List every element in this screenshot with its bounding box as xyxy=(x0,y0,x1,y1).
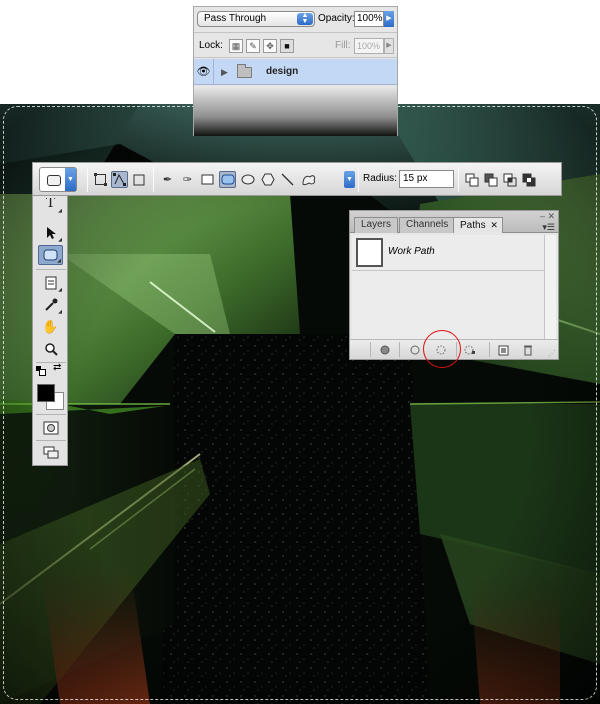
zoom-icon[interactable] xyxy=(38,339,63,359)
path-row-work-path[interactable]: Work Path xyxy=(352,235,546,271)
rounded-rectangle-icon[interactable] xyxy=(219,171,236,188)
subtract-icon[interactable] xyxy=(482,171,499,188)
fill-field[interactable]: 100% xyxy=(354,38,384,54)
tool-preset-picker[interactable]: ▼ xyxy=(39,167,77,192)
foreground-color-swatch[interactable] xyxy=(37,384,55,402)
paths-footer: ⋰ xyxy=(350,339,558,359)
divider xyxy=(370,342,371,357)
make-work-path-icon[interactable] xyxy=(462,343,478,357)
swap-colors-icon[interactable]: ⇄ xyxy=(53,362,61,373)
blend-mode-select[interactable]: Pass Through ▲ ▼ xyxy=(197,11,315,27)
rectangle-icon[interactable] xyxy=(199,171,216,188)
new-path-icon[interactable] xyxy=(495,343,511,357)
lock-label: Lock: xyxy=(199,40,223,51)
layer-name: design xyxy=(266,66,299,77)
divider xyxy=(456,342,457,357)
radius-label: Radius: xyxy=(363,173,397,184)
path-selection-icon[interactable]: ◢ xyxy=(38,223,63,243)
chevron-down-icon: ▼ xyxy=(65,168,76,191)
lock-image-pixels-icon[interactable]: ✎ xyxy=(246,39,260,53)
eye-icon[interactable]: 👁 xyxy=(194,59,214,85)
panel-fade-overlay xyxy=(194,87,397,136)
opacity-label: Opacity: xyxy=(318,13,355,24)
lock-position-icon[interactable]: ✥ xyxy=(263,39,277,53)
chevron-down-icon[interactable]: ▼ xyxy=(344,171,355,188)
line-icon[interactable] xyxy=(279,171,296,188)
resize-grip-icon[interactable]: ⋰ xyxy=(548,349,556,358)
add-icon[interactable] xyxy=(463,171,480,188)
pen-icon[interactable]: ✒ xyxy=(159,171,176,188)
lock-transparent-pixels-icon[interactable]: ▦ xyxy=(229,39,243,53)
divider xyxy=(36,269,66,270)
close-icon[interactable]: ✕ xyxy=(490,220,498,230)
fill-slider-button[interactable]: ▶ xyxy=(384,38,394,54)
stroke-path-icon[interactable] xyxy=(407,343,423,357)
tab-paths[interactable]: Paths ✕ xyxy=(453,217,503,233)
folder-icon xyxy=(237,64,252,78)
disclosure-triangle-icon[interactable]: ▶ xyxy=(221,67,228,78)
divider xyxy=(489,342,490,357)
divider xyxy=(458,167,459,192)
screen-mode-icon[interactable] xyxy=(38,443,63,463)
freeform-pen-icon[interactable]: ✑ xyxy=(179,171,196,188)
divider xyxy=(36,440,66,441)
load-path-as-selection-icon[interactable] xyxy=(433,343,449,357)
layers-panel-lock-row: Lock: ▦ ✎ ✥ ■ Fill: 100% ▶ xyxy=(194,34,397,58)
tab-channels[interactable]: Channels xyxy=(399,217,456,233)
chevron-updown-icon: ▲ ▼ xyxy=(297,12,313,25)
divider xyxy=(36,414,66,415)
exclude-icon[interactable] xyxy=(520,171,537,188)
default-colors-icon[interactable] xyxy=(36,366,46,376)
tools-panel: T ◢ ◢ ◢ ◢ ◢ ✋ ⇄ xyxy=(32,196,68,466)
custom-shape-icon[interactable] xyxy=(300,171,317,188)
tab-layers[interactable]: Layers xyxy=(354,217,399,233)
panel-menu-icon[interactable]: ▾☰ xyxy=(542,222,555,233)
lock-all-icon[interactable]: ■ xyxy=(280,39,294,53)
paths-scrollbar[interactable] xyxy=(544,235,556,339)
path-thumbnail xyxy=(356,238,383,267)
hand-icon[interactable]: ✋ xyxy=(38,317,63,337)
blend-mode-value: Pass Through xyxy=(204,13,267,24)
intersect-icon[interactable] xyxy=(501,171,518,188)
fill-label: Fill: xyxy=(335,40,351,51)
rounded-rectangle-icon[interactable]: ◢ xyxy=(38,245,63,265)
fill-pixels-icon[interactable] xyxy=(130,171,147,188)
divider xyxy=(358,167,359,192)
panel-tab-bar: Layers Channels Paths ✕ – ✕ ▾☰ xyxy=(350,211,558,233)
options-bar: ▼ ✒ ✑ ▼ Radius: 15 px xyxy=(32,162,562,196)
rounded-rectangle-icon xyxy=(47,175,61,186)
paths-list: Work Path xyxy=(352,235,546,339)
layers-panel-blend-row: Pass Through ▲ ▼ Opacity: 100% ▶ xyxy=(194,7,397,33)
divider xyxy=(36,362,66,363)
eyedropper-icon[interactable]: ◢ xyxy=(38,295,63,315)
paths-icon[interactable] xyxy=(111,171,128,188)
panel-minimize-close-icon[interactable]: – ✕ xyxy=(540,211,555,222)
divider xyxy=(153,167,154,192)
paths-panel: Layers Channels Paths ✕ – ✕ ▾☰ Work Path xyxy=(349,210,559,360)
divider xyxy=(399,342,400,357)
opacity-field[interactable]: 100% xyxy=(354,11,384,27)
notes-icon[interactable]: ◢ xyxy=(38,273,63,293)
quick-mask-icon[interactable] xyxy=(38,418,63,438)
path-name: Work Path xyxy=(388,246,435,257)
polygon-icon[interactable] xyxy=(259,171,276,188)
divider xyxy=(87,167,88,192)
ellipse-icon[interactable] xyxy=(239,171,256,188)
shape-layers-icon[interactable] xyxy=(92,171,109,188)
type-icon[interactable]: T ◢ xyxy=(38,198,63,214)
radius-field[interactable]: 15 px xyxy=(399,170,454,188)
tab-paths-label: Paths xyxy=(460,220,486,231)
delete-path-icon[interactable] xyxy=(520,343,536,357)
opacity-slider-button[interactable]: ▶ xyxy=(384,11,394,27)
layer-row-design[interactable]: 👁 ▶ design xyxy=(194,59,397,85)
layers-panel: Pass Through ▲ ▼ Opacity: 100% ▶ Lock: ▦ … xyxy=(193,6,398,136)
fill-path-icon[interactable] xyxy=(377,343,393,357)
